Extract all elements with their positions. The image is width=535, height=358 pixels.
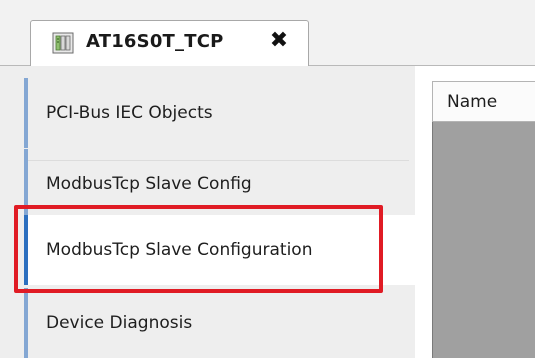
editor-tab-bar: AT16S0T_TCP ✖ <box>0 0 535 66</box>
sidebar-item-accent <box>24 78 28 148</box>
highlight-box <box>14 205 383 293</box>
tab-title: AT16S0T_TCP <box>86 31 224 52</box>
column-header-name[interactable]: Name <box>447 92 497 112</box>
sidebar-item-accent <box>24 288 28 358</box>
close-icon[interactable]: ✖ <box>268 30 290 52</box>
table-header: Name <box>432 81 535 122</box>
sidebar-item-label: Device Diagnosis <box>46 313 193 333</box>
sidebar-item-pci-bus-iec-objects[interactable]: PCI-Bus IEC Objects <box>24 78 415 161</box>
table-body <box>432 81 535 358</box>
sidebar-item-device-diagnosis[interactable]: Device Diagnosis <box>24 288 415 358</box>
sidebar-item-label: PCI-Bus IEC Objects <box>46 103 213 123</box>
device-icon <box>52 32 74 54</box>
